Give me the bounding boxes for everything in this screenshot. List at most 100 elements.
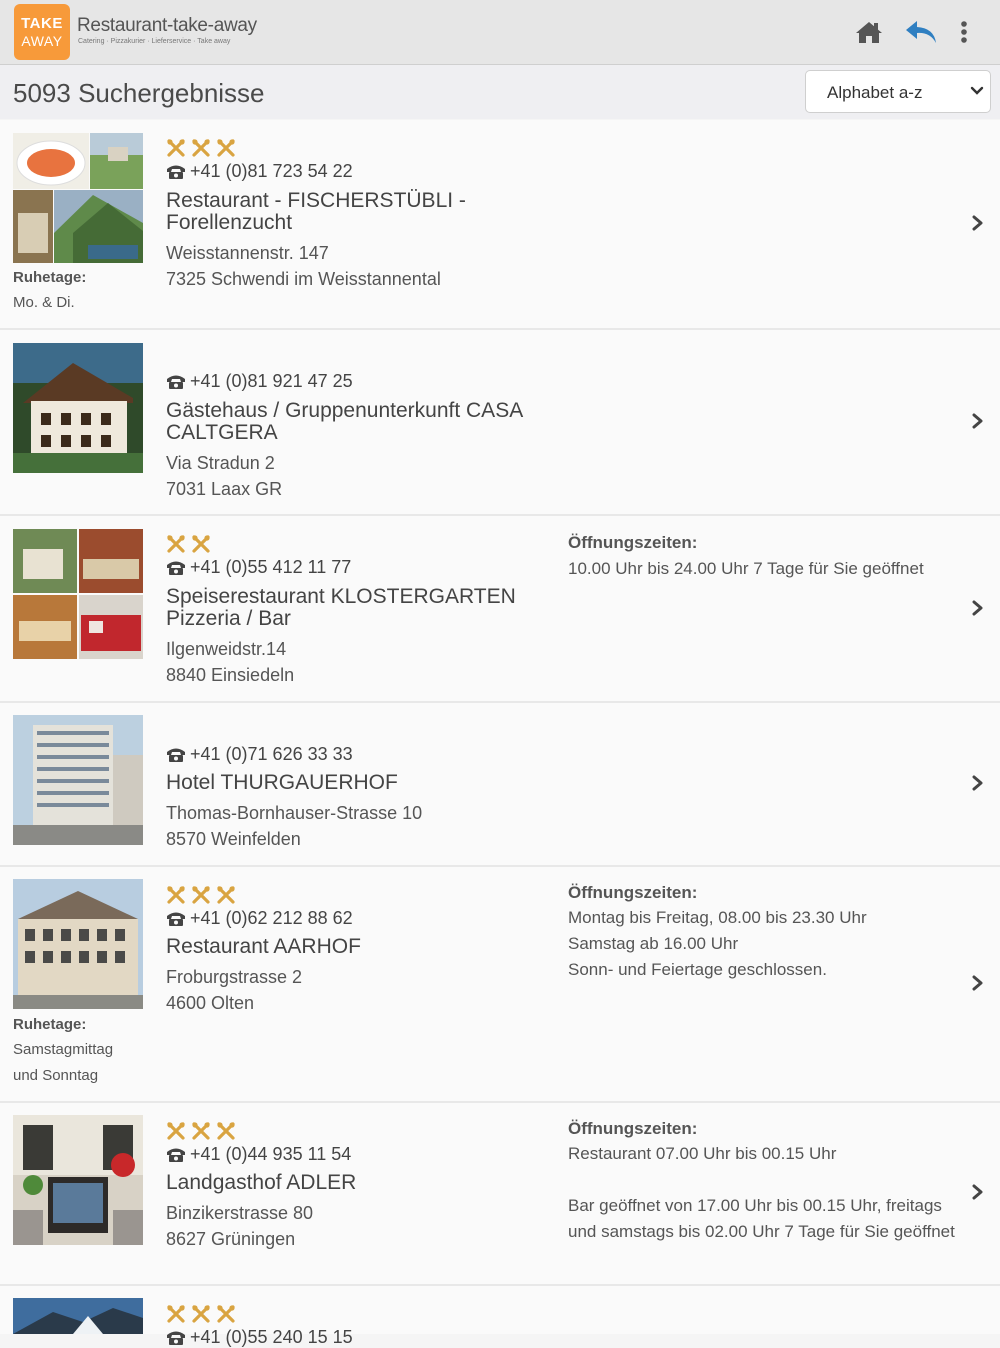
app-header: TAKE AWAY Restaurant-take-away Catering … [0, 0, 1000, 65]
cutlery-icon [216, 138, 236, 157]
phone-icon [167, 1331, 185, 1345]
chevron-right-icon [972, 413, 983, 429]
phone-text: +41 (0)62 212 88 62 [190, 908, 353, 928]
result-item[interactable]: +41 (0)55 412 11 77 Speiserestaurant KLO… [0, 516, 1000, 703]
city-address: 7325 Schwendi im Weisstannental [166, 269, 441, 289]
result-item[interactable]: +41 (0)62 212 88 62 Restaurant AARHOF Fr… [0, 867, 1000, 1103]
restaurant-thumbnail [13, 715, 143, 845]
opening-hours-label: Öffnungszeiten: [568, 1119, 698, 1138]
opening-hours-value: Samstag ab 16.00 Uhr [568, 934, 739, 953]
street-address: Froburgstrasse 2 [166, 967, 303, 987]
brand-subtitle: Catering · Pizzakurier · Lieferservice ·… [78, 38, 231, 45]
phone-icon [167, 748, 185, 762]
city-address: 8627 Grüningen [166, 1229, 296, 1249]
restaurant-thumbnail [13, 879, 143, 1009]
phone-text: +41 (0)55 240 15 15 [190, 1327, 353, 1347]
chevron-right-icon [972, 600, 983, 616]
home-icon [856, 22, 882, 43]
street-address: Ilgenweidstr.14 [166, 639, 287, 659]
cutlery-icon [166, 138, 186, 157]
result-item[interactable]: +41 (0)81 723 54 22 Restaurant - FISCHER… [0, 120, 1000, 330]
rating-cutlery [166, 534, 211, 554]
phone-number[interactable]: +41 (0)81 723 54 22 [166, 161, 353, 182]
restaurant-thumbnail [13, 133, 143, 263]
street-address: Via Stradun 2 [166, 453, 275, 473]
opening-hours-value: Sonn- und Feiertage geschlossen. [568, 960, 827, 979]
phone-text: +41 (0)44 935 11 54 [190, 1144, 352, 1164]
results-toolbar: 5093 Suchergebnisse Alphabet a-z [0, 65, 1000, 119]
restaurant-name[interactable]: Landgasthof ADLER [166, 1172, 536, 1194]
phone-text: +41 (0)55 412 11 77 [190, 557, 352, 577]
restaurant-name[interactable]: Gästehaus / Gruppenunterkunft CASA CALTG… [166, 400, 536, 444]
rating-cutlery [166, 885, 236, 905]
phone-number[interactable]: +41 (0)44 935 11 54 [166, 1144, 351, 1165]
cutlery-icon [166, 1121, 186, 1140]
restaurant-thumbnail [13, 343, 143, 473]
cutlery-icon [166, 1304, 186, 1323]
logo-line-2: AWAY [21, 33, 63, 49]
phone-text: +41 (0)71 626 33 33 [190, 744, 353, 764]
logo-line-1: TAKE [21, 15, 63, 32]
restaurant-thumbnail [13, 1115, 143, 1245]
opening-hours-label: Öffnungszeiten: [568, 883, 698, 902]
cutlery-icon [166, 534, 186, 553]
cutlery-icon [216, 1304, 236, 1323]
city-address: 7031 Laax GR [166, 479, 283, 499]
result-count: 5093 Suchergebnisse [13, 78, 265, 108]
result-item[interactable]: +41 (0)44 935 11 54 Landgasthof ADLER Bi… [0, 1103, 1000, 1286]
city-address: 8840 Einsiedeln [166, 665, 295, 685]
back-button[interactable] [903, 14, 939, 50]
chevron-down-icon [970, 86, 984, 95]
phone-number[interactable]: +41 (0)55 412 11 77 [166, 557, 351, 578]
phone-icon [167, 561, 185, 575]
phone-text: +41 (0)81 921 47 25 [190, 371, 353, 391]
opening-hours-value: Restaurant 07.00 Uhr bis 00.15 Uhr [568, 1144, 837, 1163]
restaurant-name[interactable]: Hotel THURGAUERHOF [166, 772, 536, 794]
rating-cutlery [166, 138, 236, 158]
restaurant-thumbnail [13, 529, 143, 659]
closed-days-value: Samstagmittag [13, 1041, 114, 1058]
opening-hours-value: Bar geöffnet von 17.00 Uhr bis 00.15 Uhr… [568, 1196, 955, 1241]
vertical-dots-icon [961, 21, 967, 43]
closed-days-value: und Sonntag [13, 1067, 99, 1084]
restaurant-name[interactable]: Restaurant - FISCHERSTÜBLI - Forellenzuc… [166, 190, 536, 234]
closed-days-label: Ruhetage: [13, 269, 87, 286]
cutlery-icon [191, 885, 211, 904]
cutlery-icon [216, 885, 236, 904]
phone-number[interactable]: +41 (0)55 240 15 15 [166, 1327, 353, 1348]
phone-number[interactable]: +41 (0)71 626 33 33 [166, 744, 353, 765]
takeaway-logo[interactable]: TAKE AWAY [14, 4, 70, 60]
brand-title[interactable]: Restaurant-take-away [77, 15, 257, 37]
chevron-right-icon [972, 975, 983, 991]
chevron-right-icon [972, 1184, 983, 1200]
sort-select[interactable]: Alphabet a-z [805, 70, 991, 113]
restaurant-name[interactable]: Restaurant AARHOF [166, 936, 536, 958]
chevron-right-icon [972, 775, 983, 791]
cutlery-icon [216, 1121, 236, 1140]
rating-cutlery [166, 1121, 236, 1141]
cutlery-icon [166, 885, 186, 904]
cutlery-icon [191, 1121, 211, 1140]
phone-icon [167, 375, 185, 389]
cutlery-icon [191, 534, 211, 553]
opening-hours-value: Montag bis Freitag, 08.00 bis 23.30 Uhr [568, 908, 867, 927]
restaurant-thumbnail [13, 1298, 143, 1334]
result-item[interactable]: +41 (0)71 626 33 33 Hotel THURGAUERHOF T… [0, 703, 1000, 867]
phone-icon [167, 912, 185, 926]
cutlery-icon [191, 138, 211, 157]
phone-number[interactable]: +41 (0)81 921 47 25 [166, 371, 353, 392]
phone-number[interactable]: +41 (0)62 212 88 62 [166, 908, 353, 929]
result-item[interactable]: +41 (0)81 921 47 25 Gästehaus / Gruppenu… [0, 330, 1000, 516]
city-address: 4600 Olten [166, 993, 255, 1013]
reply-arrow-icon [906, 21, 936, 43]
cutlery-icon [191, 1304, 211, 1323]
sort-selected-value: Alphabet a-z [827, 83, 923, 102]
opening-hours-value: 10.00 Uhr bis 24.00 Uhr 7 Tage für Sie g… [568, 559, 924, 578]
home-button[interactable] [851, 14, 887, 50]
restaurant-name[interactable]: Speiserestaurant KLOSTERGARTEN Pizzeria … [166, 586, 536, 630]
rating-cutlery [166, 1304, 236, 1324]
more-menu-button[interactable] [946, 14, 982, 50]
chevron-right-icon [972, 215, 983, 231]
city-address: 8570 Weinfelden [166, 829, 301, 849]
result-item[interactable]: +41 (0)55 240 15 15 [0, 1286, 1000, 1347]
